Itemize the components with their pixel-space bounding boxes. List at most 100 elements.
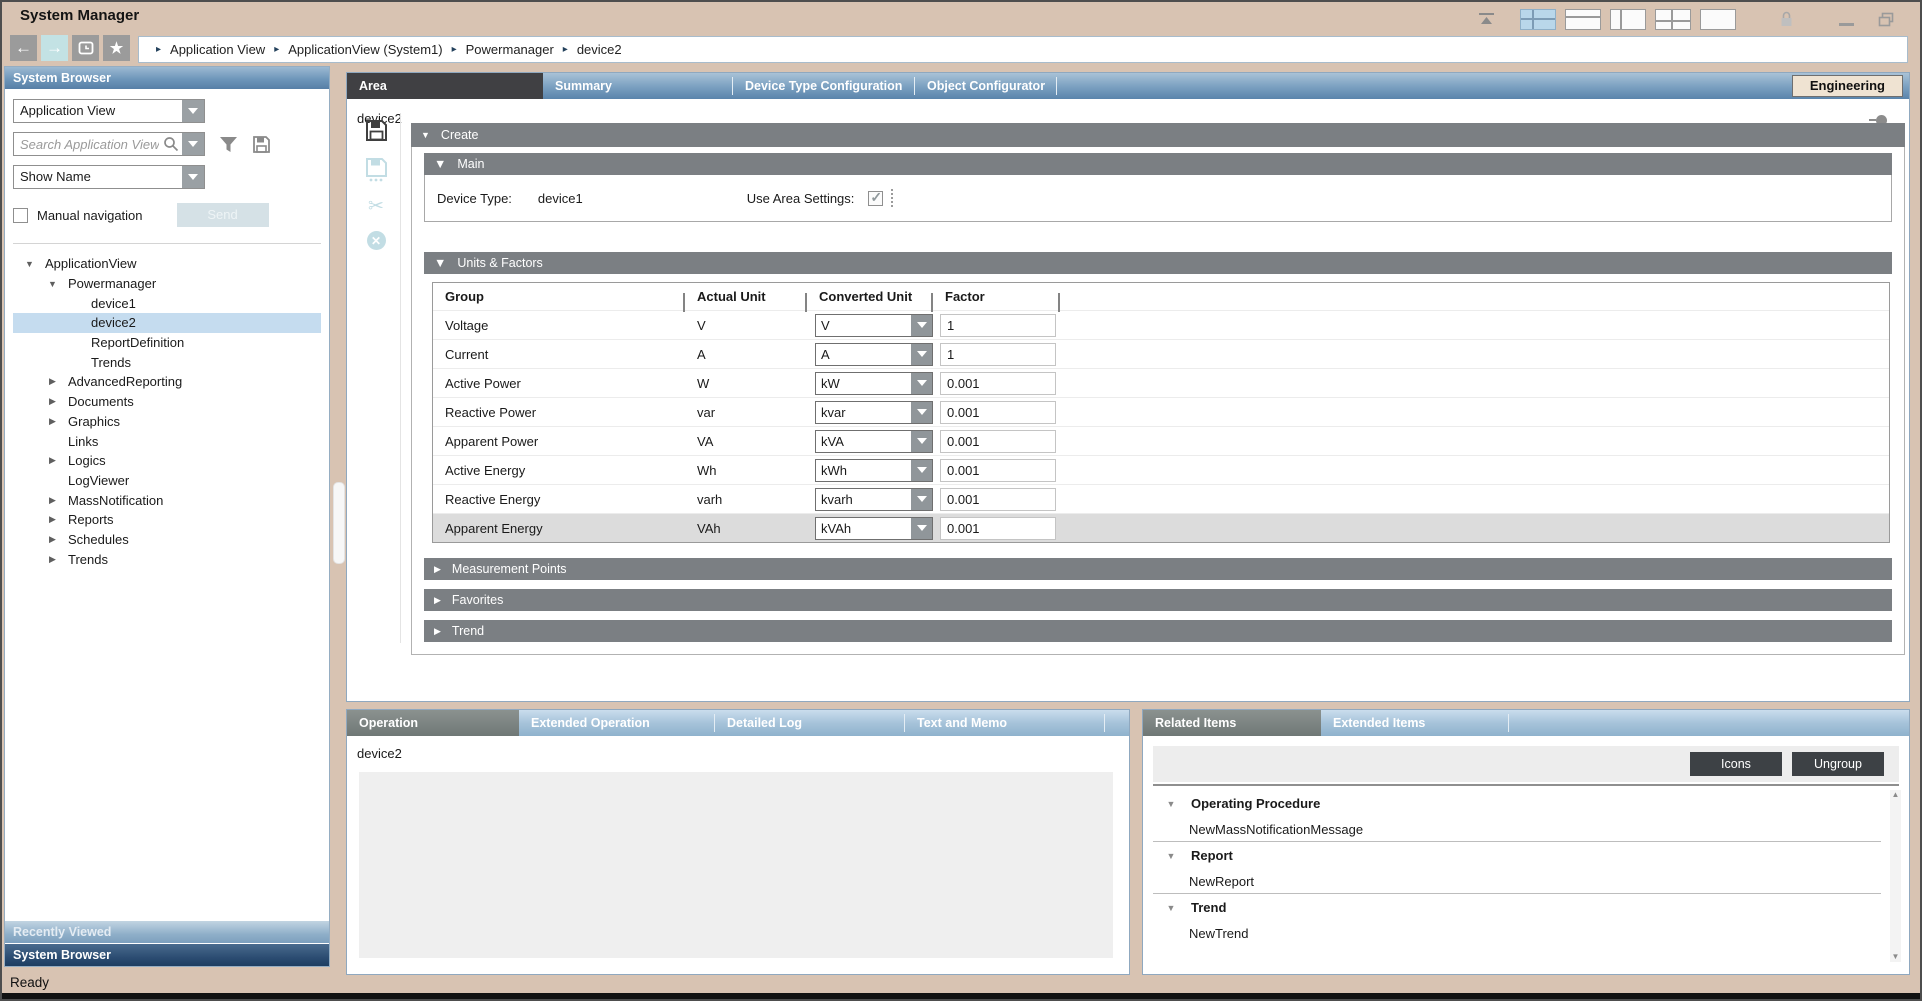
main-tab[interactable]: Object Configurator [915, 73, 1057, 99]
operation-tab[interactable]: Detailed Log [715, 710, 905, 736]
tree-item[interactable]: ▶ Logics [13, 451, 321, 471]
tree-item[interactable]: ReportDefinition [13, 333, 321, 353]
related-tab[interactable]: Related Items [1143, 710, 1321, 736]
main-tab[interactable]: Area [347, 73, 543, 99]
section-collapsed-icon[interactable]: ▶ [434, 565, 441, 574]
chevron-down-icon[interactable] [182, 133, 204, 155]
save-search-icon[interactable] [252, 135, 271, 154]
tree-item[interactable]: ▶ Graphics [13, 412, 321, 432]
breadcrumb-item[interactable]: ▸ ApplicationView (System1) [265, 42, 442, 57]
converted-unit-combobox[interactable]: A [815, 343, 933, 366]
chevron-down-icon[interactable] [911, 431, 932, 452]
related-item-row[interactable]: ▼ Report [1153, 842, 1881, 869]
icons-button[interactable]: Icons [1690, 752, 1782, 776]
collapsed-section-header[interactable]: ▶ Trend [424, 620, 1892, 642]
converted-unit-combobox[interactable]: kvarh [815, 488, 933, 511]
group-expand-icon[interactable]: ▼ [1163, 903, 1179, 913]
related-item-row[interactable]: ▼ Operating Procedure [1153, 790, 1881, 817]
related-item-row[interactable]: NewReport [1153, 869, 1881, 894]
factor-field[interactable]: 0.001 [940, 459, 1056, 482]
recently-viewed-bar[interactable]: Recently Viewed [5, 919, 329, 943]
tree-item[interactable]: device1 [13, 293, 321, 313]
converted-unit-combobox[interactable]: kvar [815, 401, 933, 424]
lock-icon[interactable] [1780, 11, 1793, 28]
tree-item[interactable]: ▶ MassNotification [13, 490, 321, 510]
breadcrumb-item[interactable]: ▸ Application View [147, 42, 265, 57]
section-expanded-icon[interactable]: ▼ [421, 131, 430, 140]
chevron-down-icon[interactable] [911, 489, 932, 510]
layout-button[interactable] [1700, 9, 1736, 30]
section-expanded-icon[interactable]: ▼ [434, 252, 446, 274]
tree-expand-icon[interactable]: ▶ [46, 396, 59, 407]
table-row[interactable]: Active Power W kW 0.001 [433, 368, 1889, 397]
table-row[interactable]: Reactive Energy varh kvarh 0.001 [433, 484, 1889, 513]
chevron-down-icon[interactable] [911, 344, 932, 365]
tree-item[interactable]: ▶ Schedules [13, 530, 321, 550]
table-row[interactable]: Current A A 1 [433, 339, 1889, 368]
tree-expand-icon[interactable]: ▶ [46, 514, 59, 525]
save-icon[interactable] [365, 119, 388, 142]
use-area-settings-checkbox[interactable] [868, 191, 883, 206]
related-item-row[interactable]: NewTrend [1153, 921, 1881, 946]
factor-field[interactable]: 0.001 [940, 517, 1056, 540]
history-icon[interactable] [72, 35, 99, 61]
collapse-top-icon[interactable] [1477, 12, 1496, 27]
breadcrumb-item[interactable]: ▸ Powermanager [443, 42, 554, 57]
chevron-down-icon[interactable] [911, 402, 932, 423]
tree-item[interactable]: device2 [13, 313, 321, 333]
table-row[interactable]: Voltage V V 1 [433, 310, 1889, 339]
view-select[interactable]: Application View [13, 99, 205, 123]
converted-unit-combobox[interactable]: kVAh [815, 517, 933, 540]
section-expanded-icon[interactable]: ▼ [434, 153, 446, 175]
ungroup-button[interactable]: Ungroup [1792, 752, 1884, 776]
tree-item[interactable]: ▶ Trends [13, 549, 321, 569]
operation-tab[interactable]: Extended Operation [519, 710, 715, 736]
related-item-row[interactable]: NewMassNotificationMessage [1153, 817, 1881, 842]
chevron-down-icon[interactable] [911, 373, 932, 394]
column-header[interactable]: Factor [933, 289, 1060, 304]
converted-unit-combobox[interactable]: kWh [815, 459, 933, 482]
save-as-icon[interactable] [365, 157, 388, 182]
tree-expand-icon[interactable]: ▶ [46, 376, 59, 387]
units-factors-header[interactable]: ▼ Units & Factors [424, 252, 1892, 274]
favorite-star-icon[interactable]: ★ [103, 35, 130, 61]
factor-field[interactable]: 1 [940, 343, 1056, 366]
table-row[interactable]: Active Energy Wh kWh 0.001 [433, 455, 1889, 484]
filter-icon[interactable] [219, 136, 238, 153]
table-row[interactable]: Apparent Power VA kVA 0.001 [433, 426, 1889, 455]
tree-expand-icon[interactable]: ▼ [23, 259, 36, 269]
layout-button[interactable] [1565, 9, 1601, 30]
engineering-button[interactable]: Engineering [1792, 75, 1903, 97]
related-item-row[interactable]: ▼ Trend [1153, 894, 1881, 921]
collapsed-section-header[interactable]: ▶ Measurement Points [424, 558, 1892, 580]
tree-expand-icon[interactable]: ▶ [46, 554, 59, 565]
chevron-down-icon[interactable] [911, 460, 932, 481]
group-expand-icon[interactable]: ▼ [1163, 851, 1179, 861]
back-icon[interactable]: ← [10, 35, 37, 61]
column-header[interactable]: Converted Unit [807, 289, 933, 304]
section-collapsed-icon[interactable]: ▶ [434, 627, 441, 636]
tree-item[interactable]: Links [13, 431, 321, 451]
converted-unit-combobox[interactable]: kW [815, 372, 933, 395]
chevron-down-icon[interactable] [911, 315, 932, 336]
converted-unit-combobox[interactable]: kVA [815, 430, 933, 453]
scroll-down-icon[interactable]: ▼ [1892, 952, 1900, 962]
system-browser-bar[interactable]: System Browser [5, 943, 329, 966]
chevron-down-icon[interactable] [182, 100, 204, 122]
layout-button[interactable] [1610, 9, 1646, 30]
tree-item[interactable]: ▼ Powermanager [13, 274, 321, 294]
chevron-down-icon[interactable] [911, 518, 932, 539]
factor-field[interactable]: 0.001 [940, 401, 1056, 424]
main-tab[interactable]: Summary [543, 73, 733, 99]
breadcrumb-item[interactable]: ▸ device2 [554, 42, 622, 57]
tree-item[interactable]: ▼ ApplicationView [13, 254, 321, 274]
restore-icon[interactable] [1878, 12, 1894, 27]
related-scrollbar[interactable]: ▲ ▼ [1890, 790, 1901, 962]
create-header[interactable]: ▼ Create [411, 123, 1905, 147]
factor-field[interactable]: 0.001 [940, 372, 1056, 395]
tree-expand-icon[interactable]: ▶ [46, 534, 59, 545]
vertical-splitter[interactable] [330, 66, 346, 967]
breadcrumb[interactable]: ▸ Application View ▸ ApplicationView (Sy… [138, 36, 1908, 63]
tree-expand-icon[interactable]: ▶ [46, 416, 59, 427]
table-row[interactable]: Reactive Power var kvar 0.001 [433, 397, 1889, 426]
